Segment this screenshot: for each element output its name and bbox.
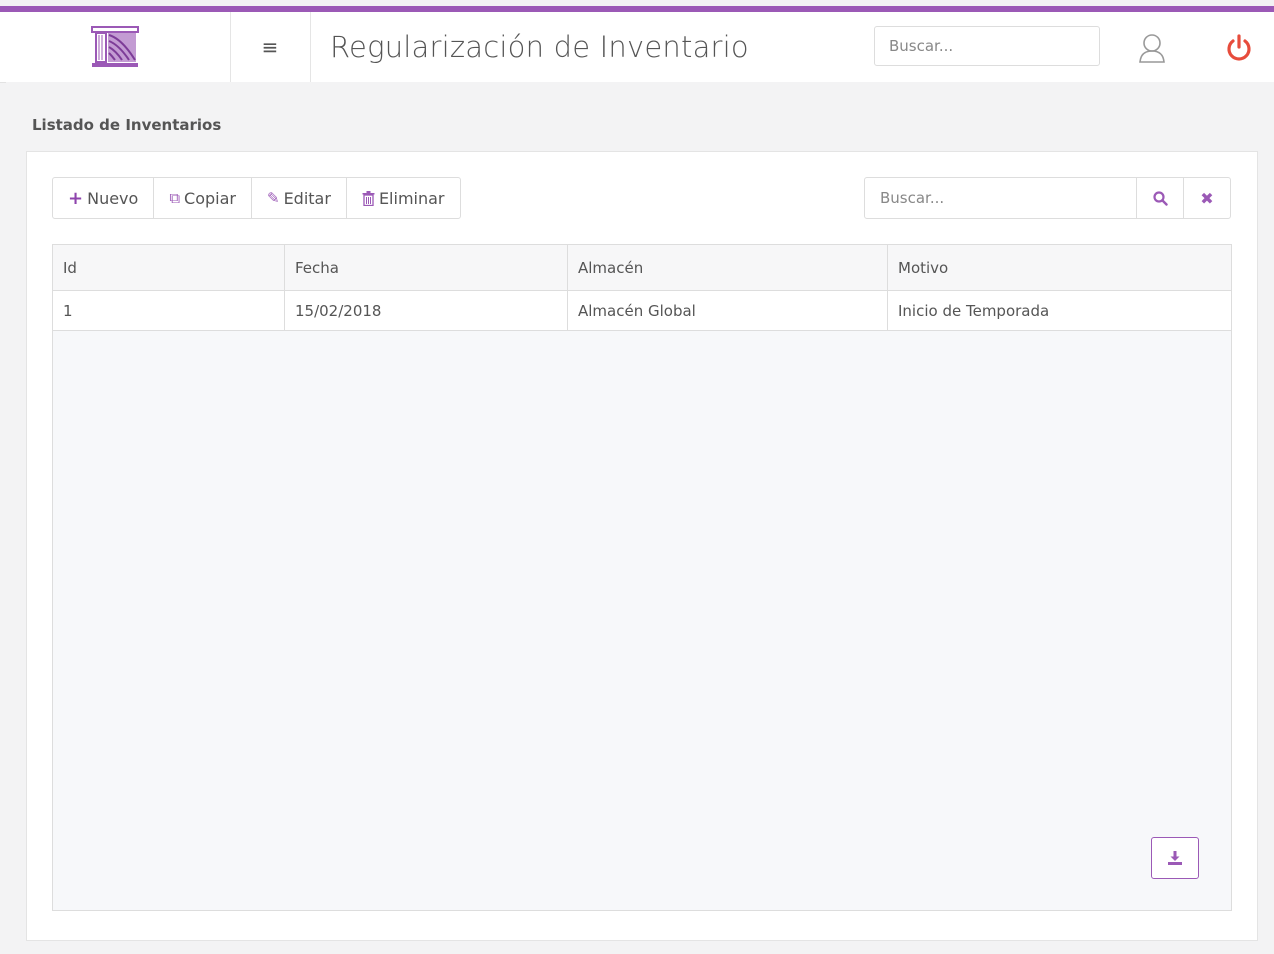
table-cell-id: 1 <box>53 291 285 330</box>
logo-area[interactable] <box>0 12 231 82</box>
hamburger-menu-icon[interactable]: ≡ <box>230 12 311 82</box>
column-header-almacen[interactable]: Almacén <box>568 245 888 290</box>
search-button[interactable] <box>1136 178 1183 218</box>
page-title: Regularización de Inventario <box>330 30 749 64</box>
table-row[interactable]: 1 15/02/2018 Almacén Global Inicio de Te… <box>53 291 1231 331</box>
list-search-group: ✖ <box>864 177 1231 219</box>
column-header-fecha[interactable]: Fecha <box>285 245 568 290</box>
copy-button-label: Copiar <box>184 188 236 208</box>
new-button-label: Nuevo <box>87 188 139 208</box>
edit-button-label: Editar <box>283 188 331 208</box>
copy-icon: ⧉ <box>169 189 181 207</box>
toolbar-button-group: + Nuevo ⧉ Copiar ✎ Editar Eliminar <box>52 177 461 219</box>
header-search-input[interactable] <box>874 26 1100 66</box>
list-search-input[interactable] <box>865 178 1136 218</box>
power-icon[interactable] <box>1224 32 1254 64</box>
download-icon <box>1168 851 1182 865</box>
section-title: Listado de Inventarios <box>32 116 222 134</box>
app-logo-icon <box>91 26 139 67</box>
search-icon <box>1152 190 1168 206</box>
column-header-motivo[interactable]: Motivo <box>888 245 1231 290</box>
delete-button[interactable]: Eliminar <box>347 178 460 218</box>
clear-search-button[interactable]: ✖ <box>1183 178 1230 218</box>
plus-icon: + <box>68 187 84 209</box>
edit-icon: ✎ <box>266 189 280 207</box>
column-header-id[interactable]: Id <box>53 245 285 290</box>
edit-button[interactable]: ✎ Editar <box>252 178 347 218</box>
table-cell-fecha: 15/02/2018 <box>285 291 568 330</box>
app-header: ≡ Regularización de Inventario <box>0 12 1274 83</box>
delete-button-label: Eliminar <box>378 188 445 208</box>
table-cell-motivo: Inicio de Temporada <box>898 301 1050 320</box>
table-header-row: Id Fecha Almacén Motivo <box>53 245 1231 291</box>
new-button[interactable]: + Nuevo <box>53 178 155 218</box>
close-icon: ✖ <box>1200 188 1214 208</box>
copy-button[interactable]: ⧉ Copiar <box>154 178 252 218</box>
table-cell-almacen: Almacén Global <box>568 291 888 330</box>
trash-icon <box>362 190 375 206</box>
download-button[interactable] <box>1151 837 1199 879</box>
user-icon[interactable] <box>1137 32 1167 64</box>
inventory-table: Id Fecha Almacén Motivo 1 15/02/2018 Alm… <box>52 244 1232 911</box>
